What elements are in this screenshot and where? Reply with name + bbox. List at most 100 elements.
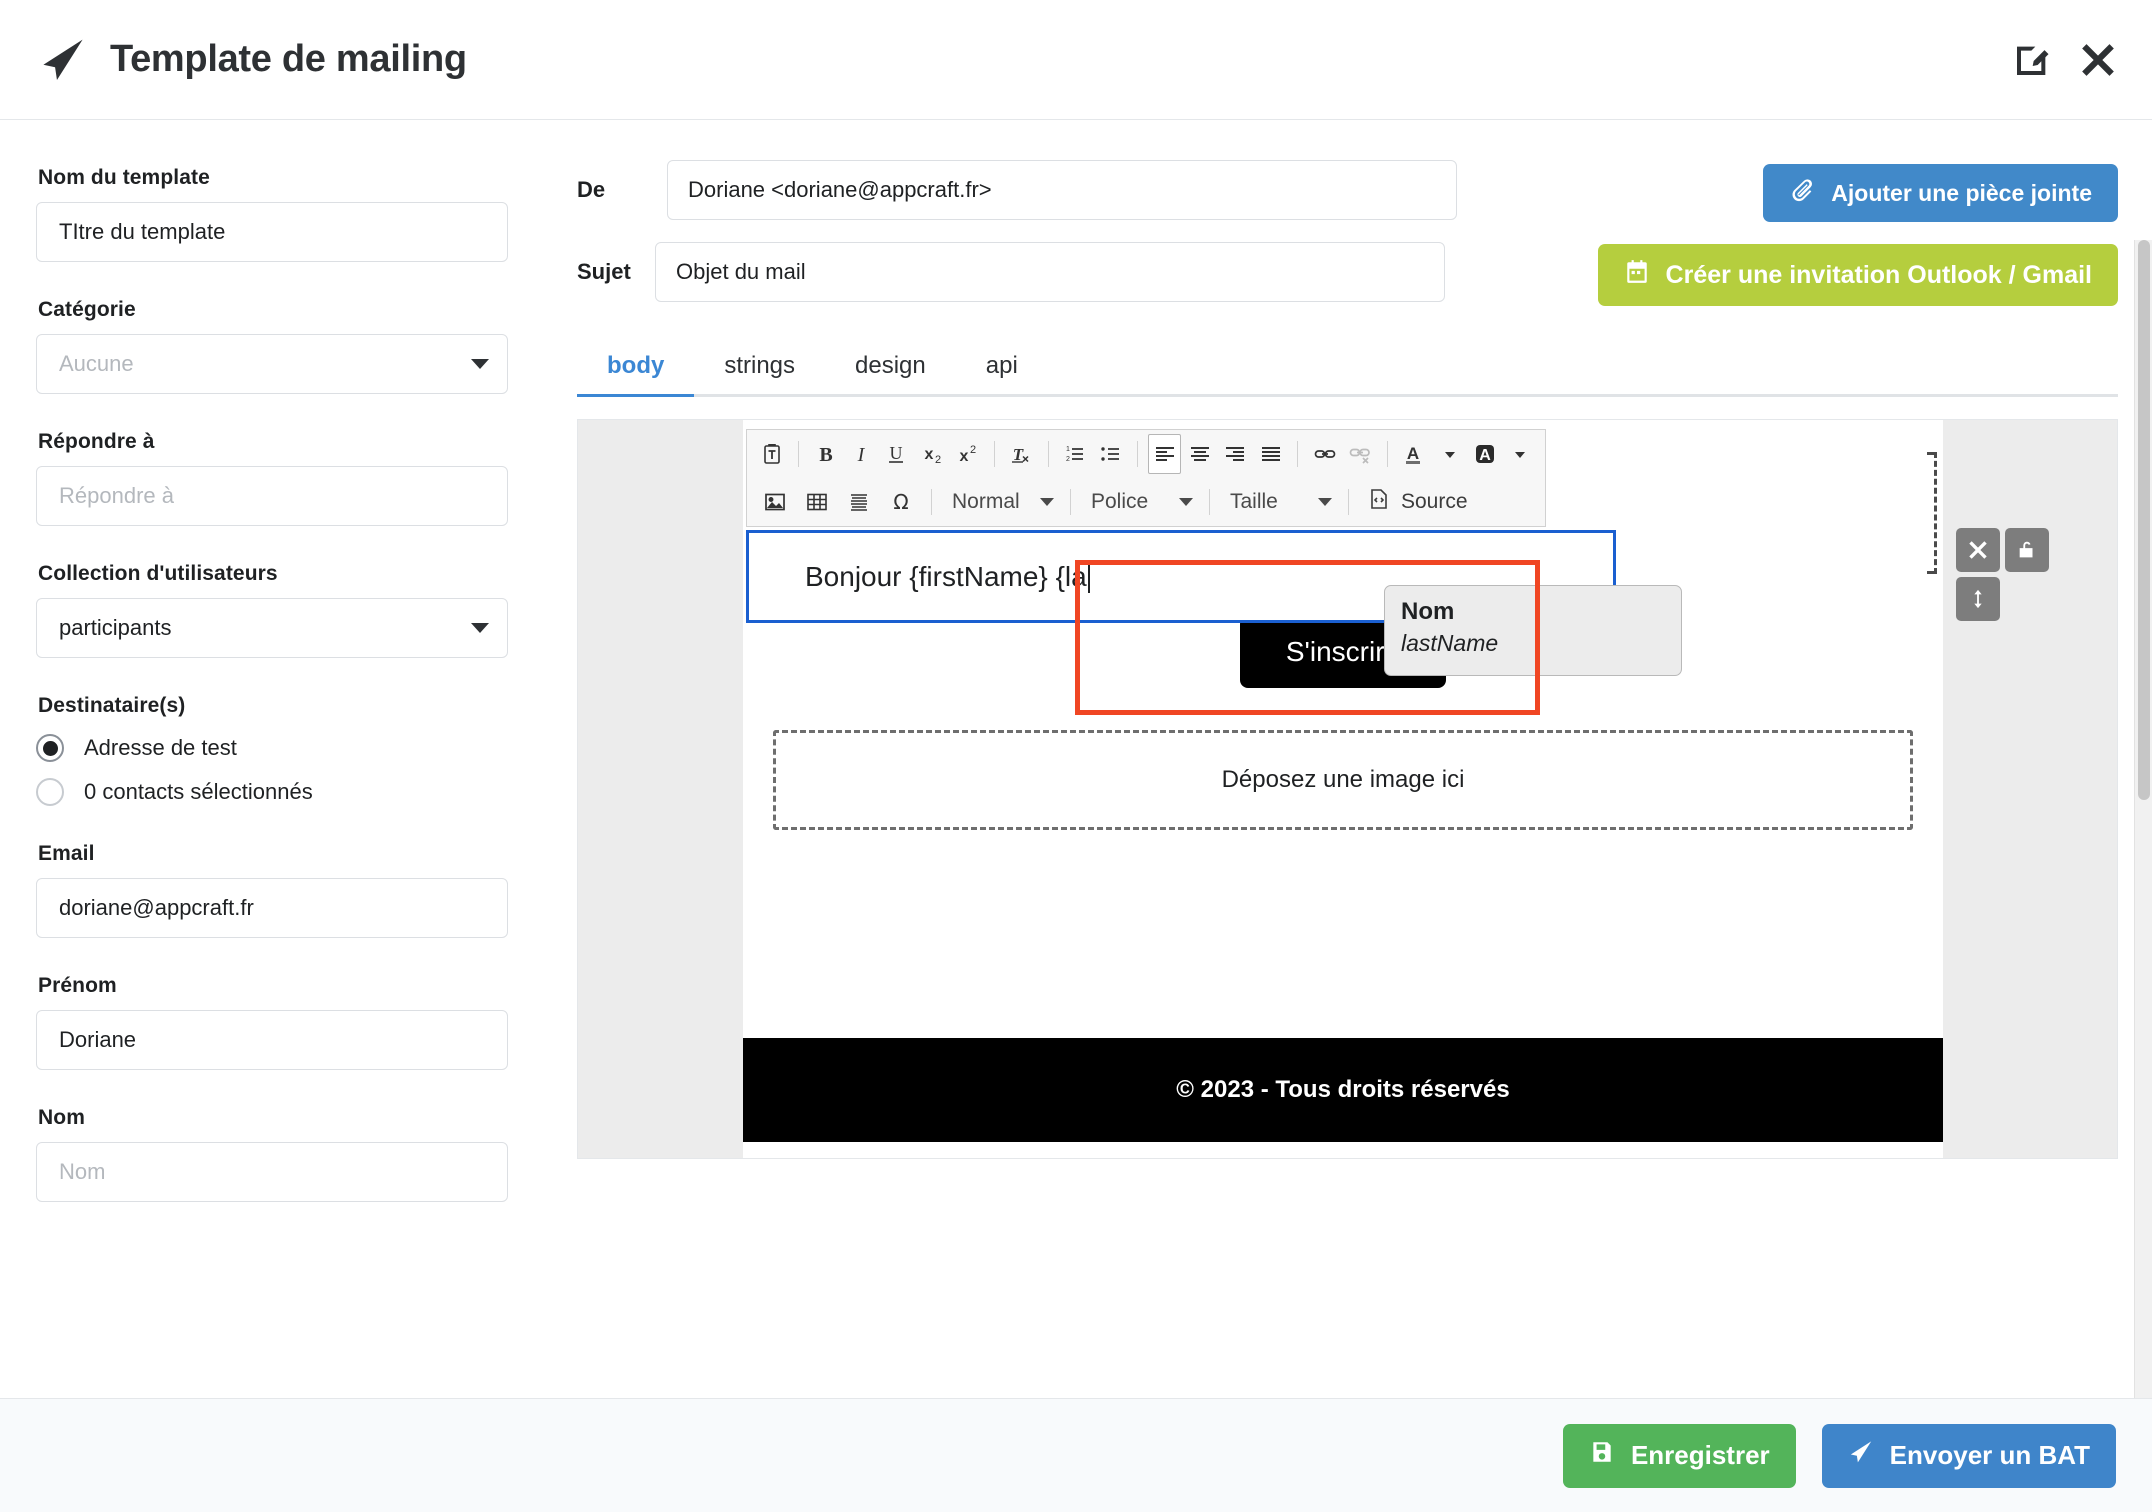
mail-header-row: De Doriane <doriane@appcraft.fr> Sujet O… [577,160,2118,324]
scrollbar-thumb[interactable] [2138,240,2150,800]
widget-controls-row-1 [1956,528,2049,572]
align-right-icon[interactable] [1219,434,1252,474]
radio-selected-contacts-label: 0 contacts sélectionnés [84,779,313,805]
resize-widget-button[interactable] [1956,577,2000,621]
toolbar-row-2: Ω Normal Police Taille [747,478,1545,526]
email-preview-canvas: S'inscrire Déposez une image ici © 2023 … [577,419,2118,1159]
email-footer-text: © 2023 - Tous droits réservés [743,1038,1943,1142]
svg-text:Ω: Ω [893,490,908,514]
lock-widget-button[interactable] [2005,528,2049,572]
align-left-icon[interactable] [1148,434,1181,474]
svg-text:A: A [1407,444,1419,463]
reply-to-input[interactable]: Répondre à [36,466,508,526]
email-label: Email [38,842,519,866]
subject-label: Sujet [577,259,655,285]
radio-test-address[interactable] [36,734,64,762]
image-icon[interactable] [755,482,795,522]
paragraph-format-dropdown[interactable]: Normal [942,482,1060,522]
tab-api[interactable]: api [956,342,1048,394]
category-label: Catégorie [38,298,519,322]
autocomplete-item-title[interactable]: Nom [1401,598,1665,627]
svg-text:1: 1 [1066,446,1070,453]
unlink-icon [1344,434,1377,474]
template-name-input[interactable]: TItre du template [36,202,508,262]
toolbar-separator [798,441,799,467]
close-icon[interactable] [2078,40,2118,80]
svg-text:2: 2 [1066,456,1070,463]
from-input[interactable]: Doriane <doriane@appcraft.fr> [667,160,1457,220]
subscript-icon[interactable]: x2 [915,434,948,474]
text-color-icon[interactable]: A [1398,434,1431,474]
tab-design[interactable]: design [825,342,956,394]
rich-text-toolbar: B I U x2 x2 T [746,429,1546,527]
footer-action-bar: Enregistrer Envoyer un BAT [0,1398,2152,1512]
save-button[interactable]: Enregistrer [1563,1424,1796,1488]
recipient-option-contacts[interactable]: 0 contacts sélectionnés [36,778,519,806]
align-center-icon[interactable] [1183,434,1216,474]
lastname-input[interactable]: Nom [36,1142,508,1202]
subject-input[interactable]: Objet du mail [655,242,1445,302]
create-invitation-button[interactable]: Créer une invitation Outlook / Gmail [1598,244,2118,306]
font-value: Police [1091,490,1148,514]
horizontal-rule-icon[interactable] [839,482,879,522]
chevron-down-icon [1179,498,1193,506]
table-icon[interactable] [797,482,837,522]
user-collection-select[interactable]: participants [36,598,508,658]
pen-square-icon[interactable] [2012,40,2052,80]
remove-format-icon[interactable]: T [1005,434,1038,474]
recipient-option-test[interactable]: Adresse de test [36,734,519,762]
calendar-icon [1624,259,1650,292]
source-button[interactable]: Source [1359,487,1476,517]
tab-strings[interactable]: strings [694,342,825,394]
firstname-label: Prénom [38,974,519,998]
chevron-down-icon[interactable] [1433,434,1466,474]
email-input[interactable]: doriane@appcraft.fr [36,878,508,938]
superscript-icon[interactable]: x2 [950,434,983,474]
link-icon[interactable] [1308,434,1341,474]
page-scrollbar[interactable] [2134,240,2152,1398]
category-select[interactable]: Aucune [36,334,508,394]
template-name-label: Nom du template [38,166,519,190]
paper-plane-icon [1848,1439,1874,1472]
recipients-label: Destinataire(s) [38,694,519,718]
toolbar-separator [994,441,995,467]
bold-icon[interactable]: B [809,434,842,474]
image-dropzone[interactable]: Déposez une image ici [773,730,1913,830]
special-char-icon[interactable]: Ω [881,482,921,522]
editor-tabs: body strings design api [577,342,2118,397]
radio-selected-contacts[interactable] [36,778,64,806]
paragraph-format-value: Normal [952,490,1020,514]
add-attachment-button[interactable]: Ajouter une pièce jointe [1763,164,2118,222]
svg-text:2: 2 [935,454,941,466]
svg-text:T: T [1013,445,1024,464]
autocomplete-dropdown[interactable]: Nom lastName [1384,585,1682,676]
editable-text-value: Bonjour {firstName} {la [805,561,1087,593]
autocomplete-item-token: lastName [1401,629,1665,659]
background-color-icon[interactable]: A [1468,434,1501,474]
category-value: Aucune [59,351,134,377]
svg-text:I: I [857,444,866,466]
radio-test-address-label: Adresse de test [84,735,237,761]
underline-icon[interactable]: U [880,434,913,474]
source-label: Source [1401,490,1468,514]
numbered-list-icon[interactable]: 12 [1059,434,1092,474]
settings-sidebar: Nom du template TItre du template Catégo… [0,120,555,1398]
justify-icon[interactable] [1254,434,1287,474]
bulleted-list-icon[interactable] [1094,434,1127,474]
italic-icon[interactable]: I [844,434,877,474]
add-attachment-label: Ajouter une pièce jointe [1831,180,2092,207]
user-collection-value: participants [59,615,172,641]
send-bat-button[interactable]: Envoyer un BAT [1822,1424,2116,1488]
size-dropdown[interactable]: Taille [1220,482,1338,522]
size-value: Taille [1230,490,1278,514]
svg-text:A: A [1479,447,1491,464]
font-dropdown[interactable]: Police [1081,482,1199,522]
chevron-down-icon [1318,498,1332,506]
chevron-down-icon[interactable] [1504,434,1537,474]
delete-widget-button[interactable] [1956,528,2000,572]
header-actions [2012,40,2118,80]
firstname-input[interactable]: Doriane [36,1010,508,1070]
paste-text-icon[interactable] [755,434,788,474]
tab-body[interactable]: body [577,342,694,394]
paper-plane-icon [38,35,88,85]
